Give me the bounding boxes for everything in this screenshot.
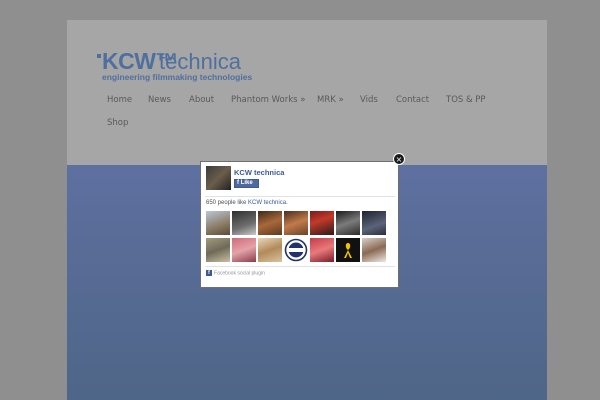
fan-face[interactable] [258, 238, 282, 262]
nav-item-mrk[interactable]: MRK » [317, 95, 344, 105]
seal-logo-icon [284, 238, 308, 262]
divider [205, 196, 395, 197]
nav-item-home[interactable]: Home [107, 95, 132, 105]
fan-face[interactable] [206, 211, 230, 235]
close-icon[interactable]: × [393, 153, 405, 165]
likes-count-text: 650 people like [206, 200, 247, 206]
fb-like-button[interactable]: f Like [234, 179, 259, 188]
nav-item-news[interactable]: News [148, 95, 171, 105]
logo-square-icon [97, 54, 101, 58]
fan-face[interactable] [336, 238, 360, 262]
divider [205, 266, 395, 267]
fan-face[interactable] [284, 211, 308, 235]
nav-item-shop[interactable]: Shop [107, 118, 128, 128]
fb-likes-count: 650 people like KCW technica. [206, 200, 288, 206]
fb-like-label: Like [240, 180, 253, 186]
fan-face[interactable] [362, 211, 386, 235]
facebook-like-popup: KCW technica f Like 650 people like KCW … [200, 161, 399, 288]
nav-item-vids[interactable]: Vids [360, 95, 378, 105]
fan-face[interactable] [258, 211, 282, 235]
facebook-icon: f [206, 270, 212, 276]
nav-item-contact[interactable]: Contact [396, 95, 429, 105]
fb-social-plugin-label[interactable]: f Facebook social plugin [206, 270, 265, 276]
nav-item-tos-pp[interactable]: TOS & PP [446, 95, 486, 105]
fb-page-name[interactable]: KCW technica [234, 168, 284, 177]
nav-item-phantom-works[interactable]: Phantom Works » [231, 95, 305, 105]
ribbon-icon [344, 243, 352, 258]
fan-face[interactable] [232, 211, 256, 235]
fan-face[interactable] [362, 238, 386, 262]
likes-page-link[interactable]: KCW technica [248, 200, 286, 206]
plugin-label-text: Facebook social plugin [214, 270, 265, 277]
nav-item-about[interactable]: About [189, 95, 214, 105]
logo-tagline: engineering filmmaking technologies [102, 72, 253, 82]
fan-face[interactable] [336, 211, 360, 235]
fan-face[interactable] [206, 238, 230, 262]
likes-period: . [286, 200, 288, 206]
fan-face[interactable] [310, 211, 334, 235]
fan-face[interactable] [284, 238, 308, 262]
fan-face[interactable] [232, 238, 256, 262]
fan-face[interactable] [310, 238, 334, 262]
page-avatar[interactable] [206, 166, 231, 190]
